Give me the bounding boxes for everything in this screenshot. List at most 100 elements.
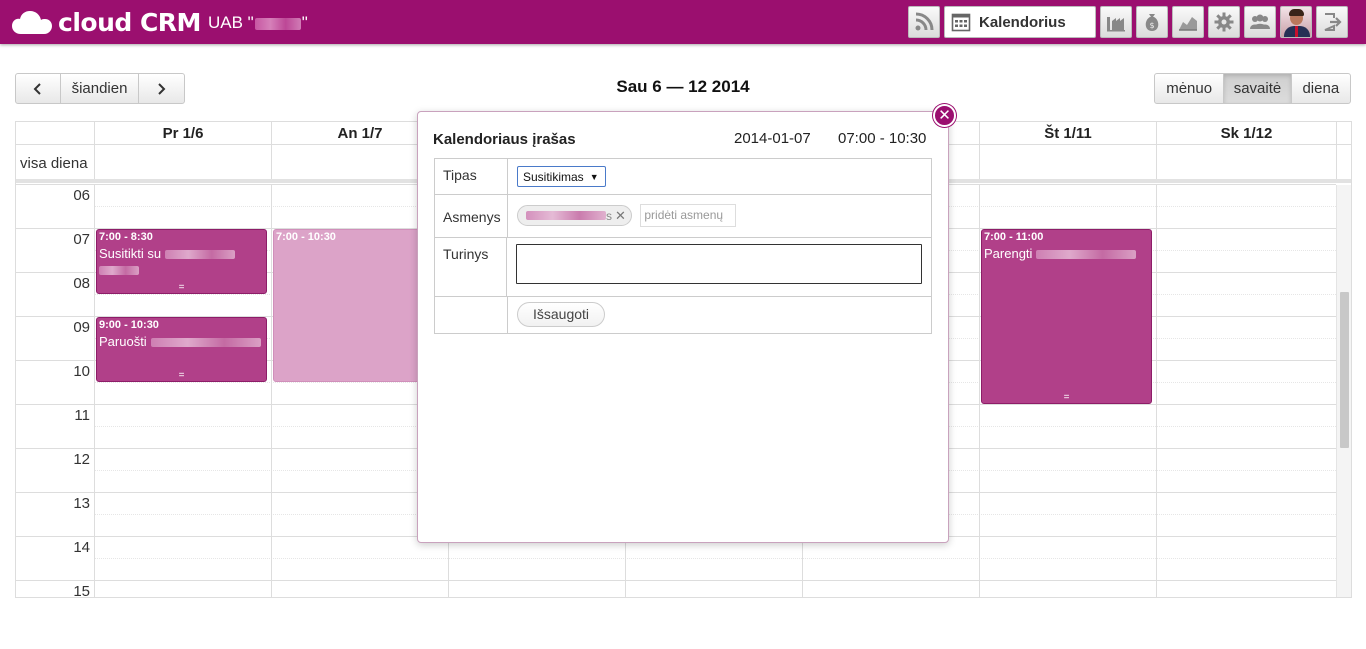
rss-button[interactable]	[908, 6, 940, 38]
redacted-text	[526, 211, 606, 220]
hour-label: 06	[73, 187, 90, 204]
day-column-divider	[271, 185, 272, 597]
type-select-value: Susitikimas	[523, 169, 584, 184]
calendar-event[interactable]: 9:00 - 10:30 Paruošti =	[96, 317, 267, 382]
factory-icon	[1107, 17, 1125, 32]
event-time: 7:00 - 11:00	[984, 231, 1044, 243]
hour-label: 11	[74, 407, 90, 424]
entry-form: Tipas Susitikimas ▼ Asmenys s ✕ pridėti …	[434, 158, 932, 334]
today-button[interactable]: šiandien	[61, 74, 139, 103]
logo[interactable]: cloud CRM	[12, 7, 201, 37]
calendar-event[interactable]: 7:00 - 11:00 Parengti =	[981, 229, 1152, 404]
close-icon: ✕	[938, 107, 951, 124]
add-person-input[interactable]: pridėti asmenų	[640, 204, 737, 227]
users-button[interactable]	[1244, 6, 1276, 38]
logout-icon	[1324, 13, 1342, 31]
company-prefix: UAB "	[208, 13, 254, 32]
day-header[interactable]: Pr 1/6	[94, 122, 271, 144]
factory-button[interactable]	[1100, 6, 1132, 38]
resize-handle-icon[interactable]: =	[97, 283, 266, 293]
dialog-time: 07:00 - 10:30	[838, 130, 927, 147]
svg-text:$: $	[1149, 21, 1154, 30]
day-column-divider	[94, 185, 95, 597]
calendar-scrollbar[interactable]	[1336, 185, 1351, 597]
hour-label: 13	[73, 495, 90, 512]
view-week-button[interactable]: savaitė	[1224, 74, 1292, 103]
hour-label: 14	[73, 539, 90, 556]
redacted-text	[1036, 250, 1137, 260]
calendar-icon	[951, 13, 971, 32]
gear-icon	[1214, 12, 1234, 32]
module-label: Kalendorius	[979, 13, 1066, 31]
half-hour-line	[94, 558, 1336, 559]
hour-label: 10	[73, 363, 90, 380]
calendar-event[interactable]: 7:00 - 8:30 Susitikti su =	[96, 229, 267, 294]
hour-label: 15	[73, 583, 90, 598]
persons-label: Asmenys	[435, 195, 508, 237]
prev-week-button[interactable]	[16, 74, 62, 103]
content-textarea[interactable]	[516, 244, 922, 284]
event-title: Parengti	[984, 246, 1033, 261]
view-switcher: mėnuo savaitė diena	[1154, 73, 1351, 104]
all-day-cell[interactable]	[94, 145, 271, 179]
actions-row: Išsaugoti	[435, 297, 931, 333]
all-day-cell[interactable]	[979, 145, 1156, 179]
content-row: Turinys	[435, 238, 931, 297]
next-week-button[interactable]	[139, 74, 184, 103]
all-day-gutter	[1336, 145, 1351, 179]
brand-name: cloud CRM	[58, 7, 201, 37]
redacted-text	[165, 250, 236, 260]
hour-label: 07	[73, 231, 90, 248]
close-dialog-button[interactable]: ✕	[933, 104, 956, 127]
calendar-entry-dialog: Kalendoriaus įrašas 2014-01-07 07:00 - 1…	[417, 111, 949, 543]
user-avatar[interactable]	[1280, 6, 1312, 38]
save-button[interactable]: Išsaugoti	[517, 302, 606, 327]
redacted-text	[254, 17, 301, 30]
type-row: Tipas Susitikimas ▼	[435, 159, 931, 195]
finance-button[interactable]: $	[1136, 6, 1168, 38]
content-label: Turinys	[435, 238, 507, 296]
area-chart-icon	[1179, 17, 1197, 31]
company-suffix: "	[301, 13, 308, 32]
view-month-button[interactable]: mėnuo	[1155, 74, 1225, 103]
company-name: UAB " "	[208, 13, 308, 33]
top-bar: cloud CRM UAB " " Kalendorius $	[0, 0, 1366, 44]
all-day-label: visa diena	[20, 155, 88, 172]
logout-button[interactable]	[1316, 6, 1348, 38]
scrollbar-thumb[interactable]	[1340, 292, 1349, 448]
header-gutter	[1336, 122, 1351, 144]
dialog-title: Kalendoriaus įrašas	[433, 131, 576, 148]
day-column-divider	[1156, 185, 1157, 597]
chevron-right-icon	[158, 82, 166, 95]
resize-handle-icon[interactable]: =	[982, 393, 1151, 403]
rss-icon	[915, 12, 934, 31]
money-bag-icon: $	[1145, 14, 1159, 31]
view-day-button[interactable]: diena	[1292, 74, 1350, 103]
date-navigation: šiandien	[15, 73, 185, 104]
redacted-text	[99, 266, 139, 276]
type-select[interactable]: Susitikimas ▼	[517, 166, 606, 187]
hour-label: 09	[73, 319, 90, 336]
remove-person-icon[interactable]: ✕	[615, 208, 626, 224]
type-label: Tipas	[435, 159, 508, 194]
day-column-divider	[979, 185, 980, 597]
users-icon	[1250, 14, 1270, 29]
date-range-title: Sau 6 — 12 2014	[616, 77, 750, 96]
hour-label: 12	[73, 451, 90, 468]
person-chip-suffix: s	[606, 208, 612, 223]
header-tools: Kalendorius $	[908, 6, 1348, 38]
reports-button[interactable]	[1172, 6, 1204, 38]
day-header[interactable]: Št 1/11	[979, 122, 1156, 144]
settings-button[interactable]	[1208, 6, 1240, 38]
chevron-left-icon	[33, 82, 41, 95]
event-time: 7:00 - 8:30	[99, 231, 153, 243]
person-chip[interactable]: s ✕	[517, 205, 632, 226]
module-selector[interactable]: Kalendorius	[944, 6, 1096, 38]
event-title: Susitikti su	[99, 246, 162, 261]
resize-handle-icon[interactable]: =	[97, 371, 266, 381]
persons-row: Asmenys s ✕ pridėti asmenų	[435, 195, 931, 238]
event-title: Paruošti	[99, 334, 147, 349]
day-header[interactable]: Sk 1/12	[1156, 122, 1336, 144]
hour-label: 08	[73, 275, 90, 292]
all-day-cell[interactable]	[1156, 145, 1336, 179]
